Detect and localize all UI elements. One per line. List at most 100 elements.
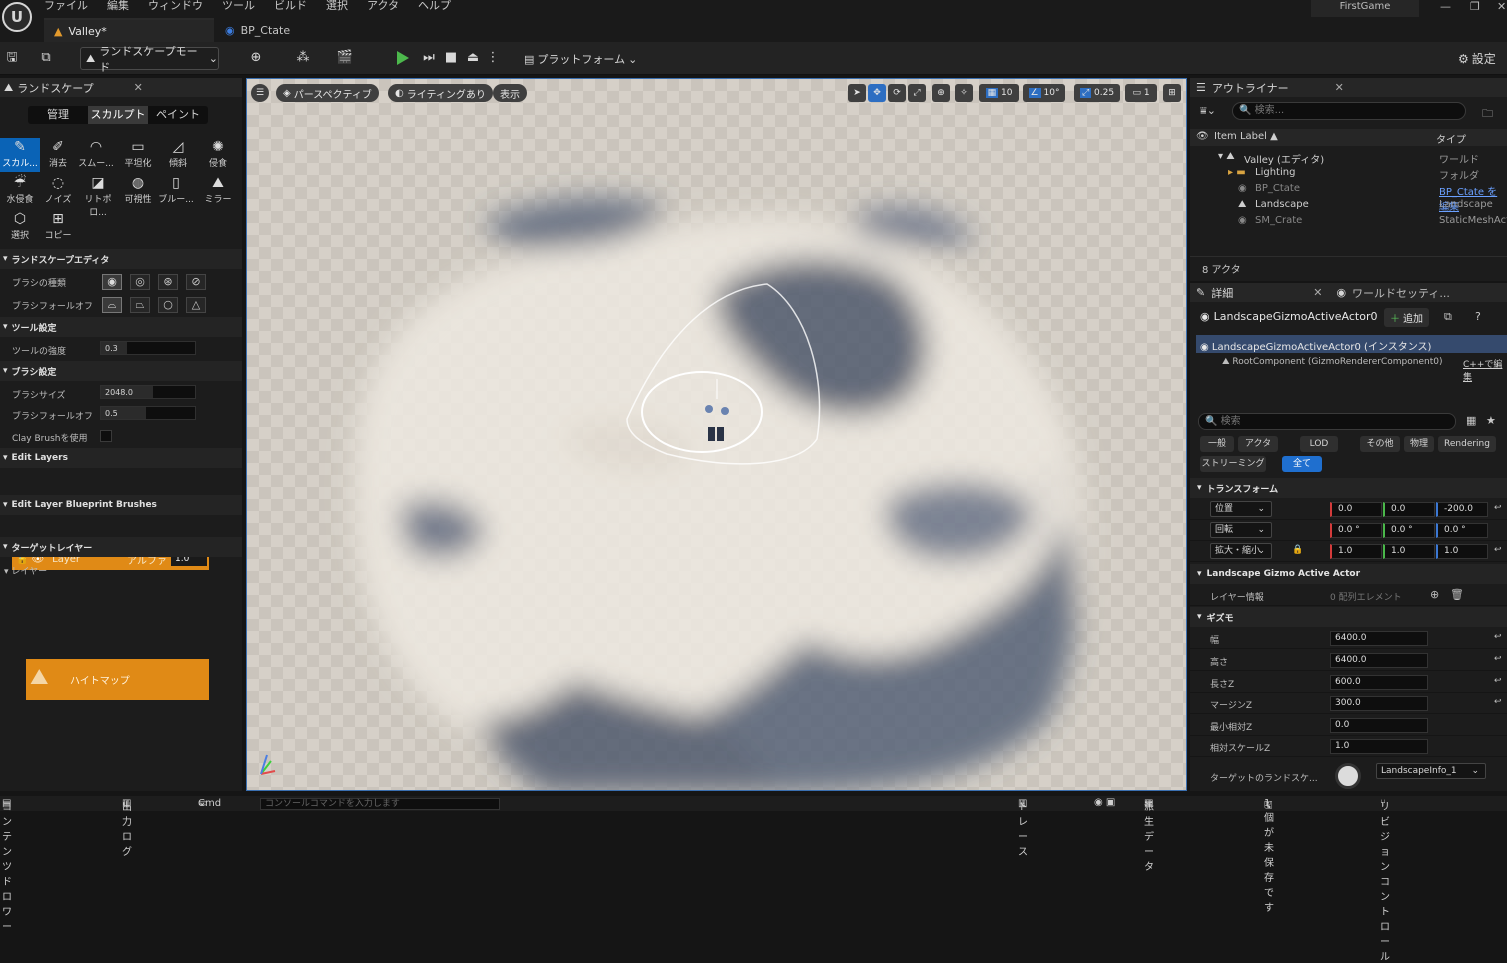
outliner-row[interactable]: ◉ SM_Crate StaticMeshActor <box>1190 213 1507 229</box>
unreal-logo-icon[interactable]: U <box>2 2 32 32</box>
actor-name-field[interactable]: LandscapeGizmoActiveActor0 <box>1214 310 1386 323</box>
column-item-label[interactable]: Item Label ▲ <box>1214 131 1278 142</box>
close-tab-icon[interactable]: ✕ <box>1313 286 1322 299</box>
location-z[interactable]: -200.0 <box>1436 502 1488 517</box>
section-landscape-editor[interactable]: ▾ ランドスケープエディタ <box>0 249 242 269</box>
brush-component-icon[interactable]: ⊘ <box>186 274 206 290</box>
tool-smooth[interactable]: ◠ スムー... <box>76 138 116 172</box>
component-row-instance[interactable]: ◉ LandscapeGizmoActiveActor0 (インスタンス) <box>1196 335 1507 353</box>
section-tool-settings[interactable]: ▾ ツール設定 <box>0 317 242 337</box>
step-icon[interactable]: ⏭ <box>420 50 438 66</box>
rotation-z[interactable]: 0.0 ° <box>1436 523 1488 538</box>
relative-scale-z-input[interactable]: 1.0 <box>1330 739 1428 754</box>
help-icon[interactable]: ? <box>1475 310 1481 323</box>
falloff-smooth-icon[interactable]: ⌓ <box>102 297 122 313</box>
grid-snap-control[interactable]: ▦ 10 <box>979 84 1019 102</box>
filter-actor[interactable]: アクタ <box>1238 436 1278 452</box>
lighting-button[interactable]: ◐ ライティングあり <box>388 84 493 102</box>
brush-pattern-icon[interactable]: ⊛ <box>158 274 178 290</box>
tab-paint[interactable]: ペイント <box>148 106 208 124</box>
viewport-layout-icon[interactable]: ⊞ <box>1163 84 1181 102</box>
mode-dropdown[interactable]: ⛰ ランドスケープモード ⌄ <box>80 45 219 74</box>
outliner-row[interactable]: ◉ BP_Ctate BP_Ctate を編集 <box>1190 181 1507 213</box>
surface-snap-icon[interactable]: ✧ <box>955 84 973 102</box>
close-tab-icon[interactable]: ✕ <box>1335 81 1344 94</box>
translate-icon[interactable]: ✥ <box>868 84 886 102</box>
menu-window[interactable]: ウィンドウ <box>148 0 203 13</box>
section-brush-settings[interactable]: ▾ ブラシ設定 <box>0 361 242 381</box>
outliner-search-input[interactable]: 🔍 検索... <box>1232 102 1466 120</box>
trace-button[interactable]: ▥ トレース ⌄ <box>1018 797 1028 858</box>
browse-icon[interactable]: ⧉ <box>37 50 55 66</box>
scale-y[interactable]: 1.0 <box>1383 544 1435 559</box>
filter-rendering[interactable]: Rendering <box>1438 436 1496 452</box>
stop-icon[interactable]: ■ <box>442 50 460 66</box>
derived-data-button[interactable]: ▦ 派生データ ⌄ <box>1144 797 1154 873</box>
tool-strength-field[interactable]: 0.3 <box>100 341 196 355</box>
clay-brush-checkbox[interactable] <box>100 430 112 442</box>
reset-icon[interactable]: ↩ <box>1494 503 1502 513</box>
falloff-linear-icon[interactable]: ⏢ <box>130 297 150 313</box>
filter-general[interactable]: 一般 <box>1200 436 1234 452</box>
section-edit-layers[interactable]: ▾ Edit Layers <box>0 448 242 468</box>
section-gizmo-actor[interactable]: ▾ Landscape Gizmo Active Actor <box>1190 564 1507 584</box>
margin-z-input[interactable]: 300.0 <box>1330 696 1428 711</box>
tool-erosion[interactable]: ✺ 侵食 <box>198 138 238 172</box>
blueprint-convert-icon[interactable]: ⧉ <box>1444 310 1452 324</box>
reset-icon[interactable]: ↩ <box>1494 545 1502 555</box>
close-icon[interactable]: ✕ <box>1497 0 1506 13</box>
trash-icon[interactable]: 🗑 <box>1450 588 1464 601</box>
tab-world-settings[interactable]: ワールドセッティ... <box>1352 285 1450 301</box>
width-input[interactable]: 6400.0 <box>1330 631 1428 646</box>
tool-visibility[interactable]: ◍ 可視性 <box>118 174 158 208</box>
location-dropdown[interactable]: 位置 ⌄ <box>1210 501 1272 517</box>
menu-build[interactable]: ビルド <box>274 0 307 13</box>
close-tab-icon[interactable]: ✕ <box>134 81 143 94</box>
play-icon[interactable] <box>397 51 409 65</box>
filter-icon[interactable]: ⩸⌄ <box>1200 104 1216 118</box>
outliner-row[interactable]: ▾ ⛰ Valley (エディタ) ワールド <box>1190 149 1507 166</box>
angle-snap-control[interactable]: ∠ 10° <box>1023 84 1065 102</box>
show-button[interactable]: 表示 <box>493 84 527 102</box>
minimize-icon[interactable]: — <box>1440 0 1451 13</box>
details-search-input[interactable]: 🔍 検索 <box>1198 413 1456 430</box>
edit-cpp-link[interactable]: C++で編集 <box>1463 357 1507 383</box>
outliner-row[interactable]: ▸ ▬ Lighting フォルダ <box>1190 165 1507 182</box>
section-transform[interactable]: ▾ トランスフォーム <box>1190 478 1507 498</box>
tab-details[interactable]: 詳細 <box>1211 285 1233 301</box>
component-row-root[interactable]: ⛰ RootComponent (GizmoRendererComponent0… <box>1222 357 1442 367</box>
filter-misc[interactable]: その他 <box>1360 436 1400 452</box>
maximize-icon[interactable]: ❐ <box>1470 0 1480 13</box>
eject-icon[interactable]: ⏏ <box>464 50 482 66</box>
scale-snap-control[interactable]: ⤢ 0.25 <box>1074 84 1120 102</box>
reset-icon[interactable]: ↩ <box>1494 632 1502 642</box>
scale-icon[interactable]: ⤢ <box>908 84 926 102</box>
level-viewport[interactable]: ☰ ◈ パースペクティブ ◐ ライティングあり 表示 ➤ ✥ ⟳ ⤢ ⊕ ✧ ▦ 1… <box>246 78 1187 791</box>
menu-select[interactable]: 選択 <box>326 0 348 13</box>
menu-edit[interactable]: 編集 <box>107 0 129 13</box>
tool-noise[interactable]: ◌ ノイズ <box>38 174 78 208</box>
outliner-row[interactable]: ⛰ Landscape Landscape <box>1190 197 1507 213</box>
select-mode-icon[interactable]: ➤ <box>848 84 866 102</box>
outliner-tab[interactable]: ☰ アウトライナー ✕ <box>1190 78 1507 97</box>
heightmap-layer[interactable]: ⛰ ハイトマップ <box>26 659 209 700</box>
tool-copy[interactable]: ⊞ コピー <box>38 210 78 244</box>
rotation-y[interactable]: 0.0 ° <box>1383 523 1435 538</box>
tool-erase[interactable]: ✐ 消去 <box>38 138 78 172</box>
save-icon[interactable]: 🖫 <box>3 50 21 66</box>
table-view-icon[interactable]: ▦ <box>1466 414 1476 427</box>
tool-retopologize[interactable]: ◪ リトポロ... <box>78 174 118 218</box>
star-icon[interactable]: ★ <box>1486 414 1496 427</box>
location-x[interactable]: 0.0 <box>1330 502 1382 517</box>
tab-valley[interactable]: ▲ Valley* <box>44 18 214 42</box>
min-relative-z-input[interactable]: 0.0 <box>1330 718 1428 733</box>
cinematics-icon[interactable]: 🎬 <box>332 50 358 66</box>
tool-mirror[interactable]: ⛰ ミラー <box>198 174 238 208</box>
scale-x[interactable]: 1.0 <box>1330 544 1382 559</box>
height-input[interactable]: 6400.0 <box>1330 653 1428 668</box>
tab-bp-ctate[interactable]: ◉ BP_Ctate <box>215 18 355 42</box>
cmd-dropdown[interactable]: ▭ Cmd ⌄ <box>198 797 221 809</box>
rotation-x[interactable]: 0.0 ° <box>1330 523 1382 538</box>
tool-ramp[interactable]: ◿ 傾斜 <box>158 138 198 172</box>
tool-sculpt[interactable]: ✎ スカル... <box>0 138 40 172</box>
